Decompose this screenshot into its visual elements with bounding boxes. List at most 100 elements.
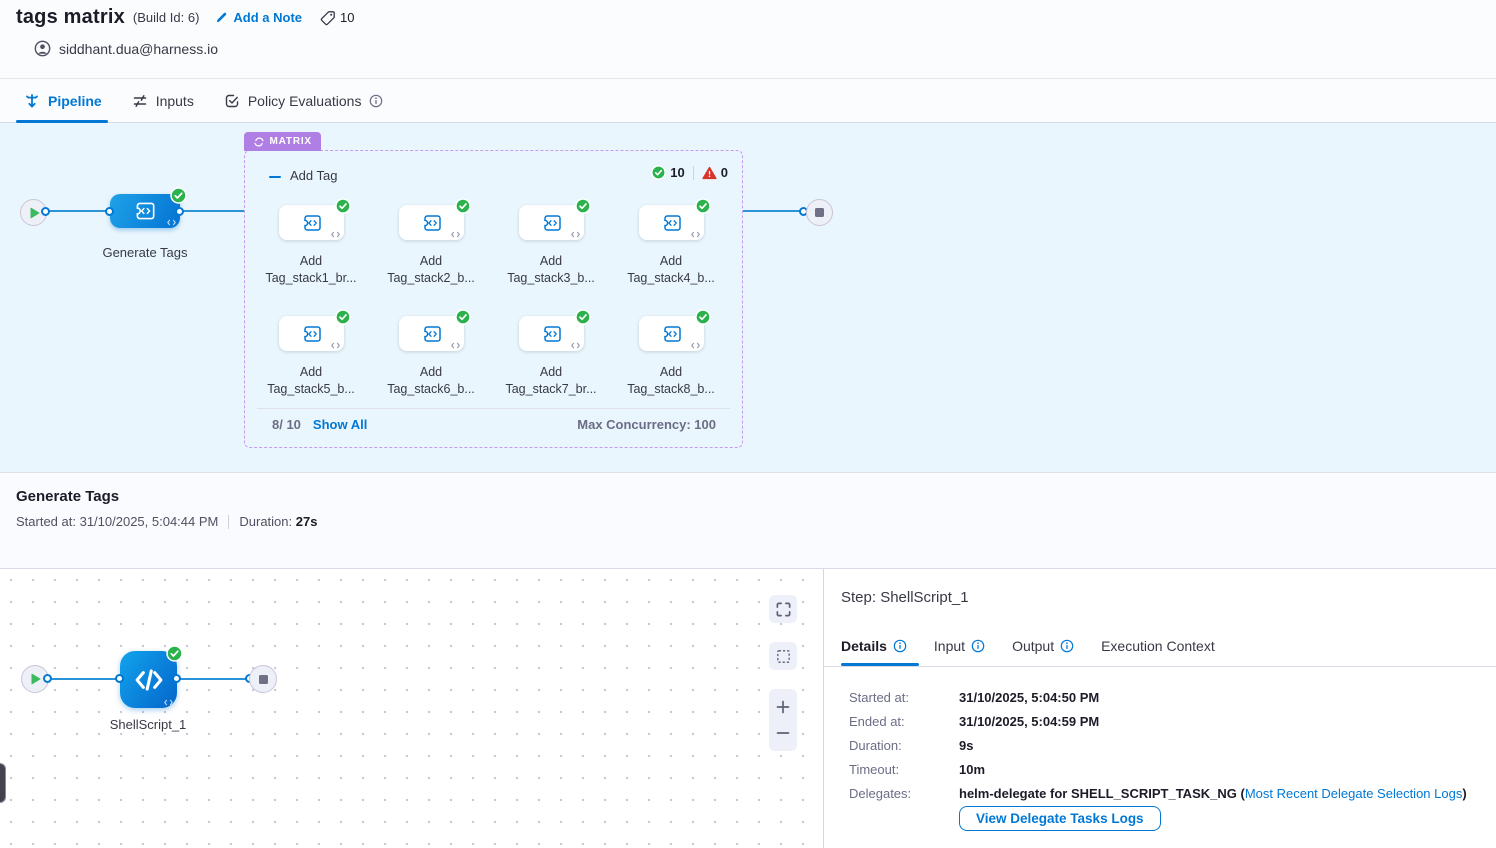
left-panel-handle[interactable] bbox=[0, 763, 6, 803]
code-icon bbox=[691, 342, 700, 349]
connector-line bbox=[49, 678, 120, 680]
shown-count: 8/ 10 bbox=[272, 417, 301, 432]
matrix-step-label: AddTag_stack1_br... bbox=[245, 253, 377, 287]
tab-execution-context-label: Execution Context bbox=[1101, 638, 1215, 654]
error-count: 0 bbox=[721, 165, 728, 180]
matrix-step-label: AddTag_stack5_b... bbox=[245, 364, 377, 398]
step-graph-canvas: ShellScript_1 bbox=[0, 569, 823, 848]
max-concurrency-label: Max Concurrency: 100 bbox=[577, 417, 716, 432]
tab-pipeline-label: Pipeline bbox=[48, 93, 102, 109]
pipeline-end-node[interactable] bbox=[806, 199, 833, 226]
connection-point bbox=[115, 674, 124, 683]
marquee-icon bbox=[775, 648, 792, 665]
zoom-out-button[interactable] bbox=[775, 725, 791, 741]
stop-icon bbox=[259, 675, 268, 684]
matrix-step-node[interactable] bbox=[279, 316, 344, 351]
connection-point bbox=[43, 674, 52, 683]
user-email: siddhant.dua@harness.io bbox=[59, 41, 218, 57]
policy-icon bbox=[224, 93, 240, 109]
stage-started-at: Started at: 31/10/2025, 5:04:44 PM bbox=[16, 514, 218, 529]
stage-node-generate-tags[interactable] bbox=[110, 194, 180, 228]
matrix-badge: MATRIX bbox=[244, 132, 321, 151]
code-icon bbox=[571, 231, 580, 238]
inputs-icon bbox=[132, 93, 148, 109]
success-check-icon bbox=[575, 309, 591, 325]
success-count-item: 10 bbox=[651, 165, 684, 180]
tab-policy-label: Policy Evaluations bbox=[248, 93, 362, 109]
tag-count-chip: 10 bbox=[320, 10, 354, 26]
success-check-icon bbox=[170, 187, 187, 204]
title-row: tags matrix (Build Id: 6) Add a Note 10 bbox=[16, 6, 355, 29]
tab-output-label: Output bbox=[1012, 638, 1054, 654]
tab-input[interactable]: Input bbox=[934, 638, 985, 654]
success-check-icon bbox=[455, 198, 471, 214]
collapse-matrix-button[interactable] bbox=[268, 170, 282, 184]
matrix-step-node[interactable] bbox=[399, 316, 464, 351]
success-check-icon bbox=[575, 198, 591, 214]
matrix-badge-label: MATRIX bbox=[270, 136, 312, 147]
custom-step-icon bbox=[300, 324, 324, 344]
harness-execution-page: tags matrix (Build Id: 6) Add a Note 10 … bbox=[0, 0, 1496, 848]
view-delegate-tasks-logs-button[interactable]: View Delegate Tasks Logs bbox=[959, 806, 1161, 831]
meta-divider bbox=[228, 515, 229, 529]
code-icon bbox=[691, 231, 700, 238]
error-count-item: 0 bbox=[702, 165, 728, 180]
zoom-in-button[interactable] bbox=[775, 699, 791, 715]
build-id: (Build Id: 6) bbox=[133, 10, 199, 25]
tag-icon bbox=[320, 10, 336, 26]
page-title: tags matrix bbox=[16, 6, 125, 29]
matrix-step-label: AddTag_stack3_b... bbox=[485, 253, 617, 287]
matrix-step-label: AddTag_stack4_b... bbox=[605, 253, 737, 287]
matrix-step-node[interactable] bbox=[399, 205, 464, 240]
success-check-icon bbox=[455, 309, 471, 325]
matrix-step-node[interactable] bbox=[639, 316, 704, 351]
stage-duration: Duration: 27s bbox=[239, 514, 317, 529]
tab-input-label: Input bbox=[934, 638, 965, 654]
code-icon bbox=[167, 219, 176, 226]
detail-row-delegates: Delegates: helm-delegate for SHELL_SCRIP… bbox=[849, 781, 1467, 805]
zoom-controls bbox=[769, 689, 797, 751]
step-node-label: ShellScript_1 bbox=[78, 717, 218, 732]
step-node-shellscript[interactable] bbox=[120, 651, 177, 708]
step-details-panel: Step: ShellScript_1 Details Input Output… bbox=[824, 569, 1496, 848]
tab-inputs[interactable]: Inputs bbox=[132, 79, 194, 122]
info-icon bbox=[971, 639, 985, 653]
show-all-link[interactable]: Show All bbox=[313, 417, 367, 432]
tab-pipeline[interactable]: Pipeline bbox=[24, 79, 102, 122]
info-icon bbox=[893, 639, 907, 653]
connector-line bbox=[743, 210, 805, 212]
matrix-step-label: AddTag_stack6_b... bbox=[365, 364, 497, 398]
connection-point bbox=[175, 207, 184, 216]
matrix-group: MATRIX Add Tag 10 0 bbox=[244, 150, 743, 448]
tab-inputs-label: Inputs bbox=[156, 93, 194, 109]
tab-execution-context[interactable]: Execution Context bbox=[1101, 638, 1215, 654]
matrix-step-node[interactable] bbox=[519, 205, 584, 240]
success-check-icon bbox=[695, 198, 711, 214]
tab-policy-evaluations[interactable]: Policy Evaluations bbox=[224, 79, 384, 122]
fullscreen-button[interactable] bbox=[769, 595, 797, 623]
count-divider bbox=[693, 166, 694, 180]
matrix-footer: 8/ 10 Show All bbox=[272, 417, 367, 432]
custom-step-icon bbox=[300, 213, 324, 233]
add-note-link[interactable]: Add a Note bbox=[215, 10, 302, 25]
matrix-step-node[interactable] bbox=[519, 316, 584, 351]
tab-output[interactable]: Output bbox=[1012, 638, 1074, 654]
stage-node-label: Generate Tags bbox=[75, 245, 215, 260]
step-end-node[interactable] bbox=[249, 665, 277, 693]
info-icon bbox=[1060, 639, 1074, 653]
code-icon bbox=[331, 231, 340, 238]
connection-point bbox=[105, 207, 114, 216]
fit-to-screen-button[interactable] bbox=[769, 642, 797, 670]
matrix-step-node[interactable] bbox=[639, 205, 704, 240]
tab-details[interactable]: Details bbox=[841, 638, 907, 654]
matrix-step-label: AddTag_stack7_br... bbox=[485, 364, 617, 398]
code-icon bbox=[571, 342, 580, 349]
pencil-icon bbox=[215, 11, 228, 24]
add-note-label: Add a Note bbox=[233, 10, 302, 25]
matrix-step-node[interactable] bbox=[279, 205, 344, 240]
detail-row-timeout: Timeout: 10m bbox=[849, 757, 1467, 781]
pipeline-icon bbox=[24, 93, 40, 109]
delegate-selection-logs-link[interactable]: Most Recent Delegate Selection Logs bbox=[1245, 786, 1463, 801]
success-check-icon bbox=[166, 645, 183, 662]
code-icon bbox=[331, 342, 340, 349]
